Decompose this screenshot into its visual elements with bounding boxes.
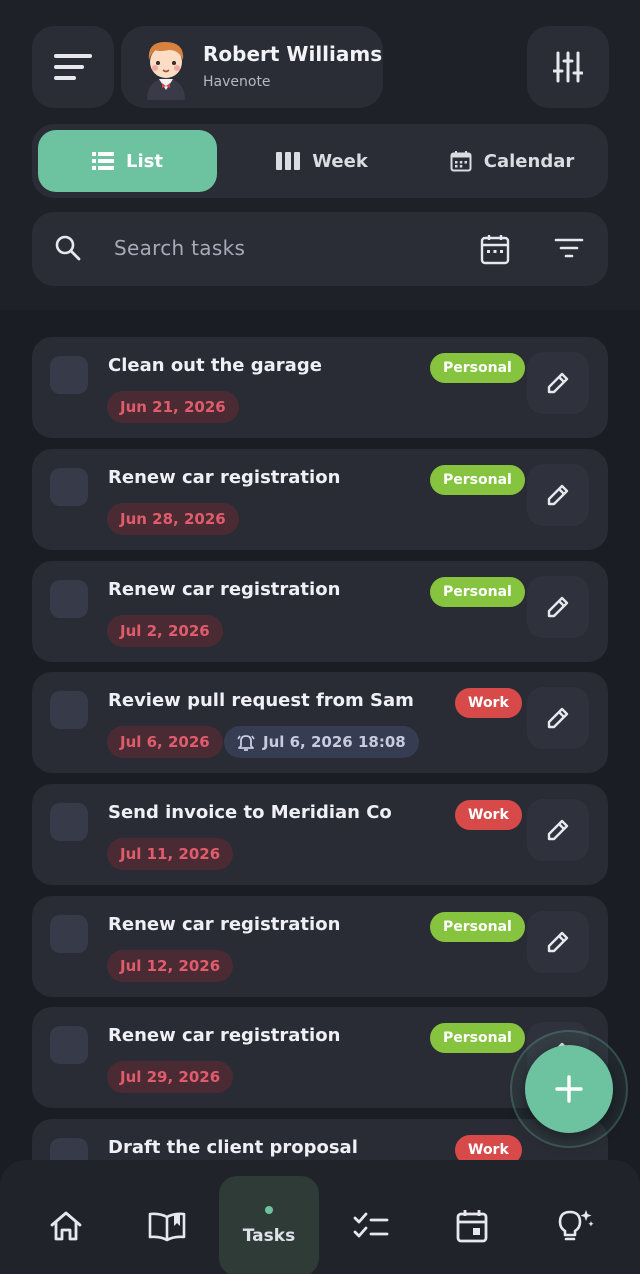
reminder-badge: Jul 6, 2026 18:08: [224, 726, 419, 758]
settings-button[interactable]: [527, 26, 609, 108]
task-title: Renew car registration: [108, 467, 341, 488]
tab-week-label: Week: [312, 150, 368, 172]
profile-chip[interactable]: Robert Williams Havenote: [121, 26, 383, 108]
menu-button[interactable]: [32, 26, 114, 108]
lightbulb-icon: [554, 1208, 594, 1244]
tag-badge: Personal: [430, 1023, 525, 1053]
user-name: Robert Williams: [203, 42, 383, 66]
checklist-icon: [353, 1212, 389, 1240]
bell-icon: [237, 733, 255, 751]
task-title: Clean out the garage: [108, 355, 322, 376]
add-task-button[interactable]: [525, 1045, 613, 1133]
tab-calendar-label: Calendar: [483, 150, 575, 172]
pencil-icon: [545, 929, 571, 955]
due-date-badge: Jun 28, 2026: [107, 503, 239, 535]
task-title: Draft the client proposal: [108, 1137, 358, 1158]
tag-badge: Work: [455, 688, 522, 718]
calendar-icon: [450, 150, 472, 172]
task-card[interactable]: Renew car registration Personal Jun 28, …: [32, 449, 608, 550]
book-icon: [148, 1210, 186, 1242]
pencil-icon: [545, 482, 571, 508]
task-card[interactable]: Clean out the garage Personal Jun 21, 20…: [32, 337, 608, 438]
home-icon: [49, 1210, 83, 1242]
nav-tasks-label: Tasks: [242, 1226, 296, 1246]
task-title: Renew car registration: [108, 579, 341, 600]
task-checkbox[interactable]: [50, 691, 88, 729]
tab-list-label: List: [126, 150, 163, 172]
date-filter-icon[interactable]: [480, 233, 510, 265]
edit-button[interactable]: [527, 352, 589, 414]
sliders-icon: [553, 51, 583, 83]
due-date-badge: Jul 6, 2026: [107, 726, 223, 758]
nav-tasks[interactable]: Tasks: [219, 1176, 319, 1274]
task-title: Review pull request from Sam: [108, 690, 414, 711]
search-icon: [54, 234, 82, 262]
tag-badge: Personal: [430, 465, 525, 495]
task-checkbox[interactable]: [50, 580, 88, 618]
task-title: Renew car registration: [108, 1025, 341, 1046]
due-date-badge: Jul 11, 2026: [107, 838, 234, 870]
task-card[interactable]: Renew car registration Personal Jul 2, 2…: [32, 561, 608, 662]
list-icon: [92, 152, 115, 170]
pencil-icon: [545, 370, 571, 396]
tag-badge: Work: [455, 800, 522, 830]
task-card[interactable]: Send invoice to Meridian Co Work Jul 11,…: [32, 784, 608, 885]
tag-badge: Personal: [430, 577, 525, 607]
tab-week[interactable]: Week: [232, 130, 412, 192]
task-checkbox[interactable]: [50, 803, 88, 841]
edit-button[interactable]: [527, 911, 589, 973]
due-date-badge: Jul 29, 2026: [107, 1061, 234, 1093]
tag-badge: Personal: [430, 353, 525, 383]
active-dot-indicator: [265, 1206, 273, 1214]
columns-icon: [276, 152, 301, 170]
nav-journal[interactable]: [117, 1176, 217, 1274]
task-title: Send invoice to Meridian Co: [108, 802, 392, 823]
tab-calendar[interactable]: Calendar: [422, 130, 602, 192]
due-date-badge: Jul 2, 2026: [107, 615, 223, 647]
filter-icon[interactable]: [554, 234, 584, 262]
pencil-icon: [545, 594, 571, 620]
plus-icon: [554, 1074, 584, 1104]
pencil-icon: [545, 705, 571, 731]
view-switcher: List Week Calendar: [32, 124, 608, 198]
task-checkbox[interactable]: [50, 468, 88, 506]
app-name: Havenote: [203, 74, 271, 90]
due-date-badge: Jun 21, 2026: [107, 391, 239, 423]
reminder-text: Jul 6, 2026 18:08: [263, 733, 406, 751]
edit-button[interactable]: [527, 687, 589, 749]
tag-badge: Personal: [430, 912, 525, 942]
task-card[interactable]: Review pull request from Sam Work Jul 6,…: [32, 672, 608, 773]
nav-home[interactable]: [16, 1176, 116, 1274]
task-checkbox[interactable]: [50, 1026, 88, 1064]
avatar: [133, 34, 199, 100]
nav-checklist[interactable]: [321, 1176, 421, 1274]
task-card[interactable]: Renew car registration Personal Jul 12, …: [32, 896, 608, 997]
calendar-icon: [456, 1209, 488, 1243]
nav-calendar[interactable]: [422, 1176, 522, 1274]
task-checkbox[interactable]: [50, 356, 88, 394]
search-bar[interactable]: Search tasks: [32, 212, 608, 286]
due-date-badge: Jul 12, 2026: [107, 950, 234, 982]
nav-ideas[interactable]: [524, 1176, 624, 1274]
edit-button[interactable]: [527, 576, 589, 638]
task-title: Renew car registration: [108, 914, 341, 935]
edit-button[interactable]: [527, 799, 589, 861]
edit-button[interactable]: [527, 464, 589, 526]
search-input[interactable]: Search tasks: [114, 236, 245, 260]
menu-icon: [54, 53, 92, 81]
pencil-icon: [545, 817, 571, 843]
tab-list[interactable]: List: [38, 130, 217, 192]
task-checkbox[interactable]: [50, 915, 88, 953]
bottom-navigation: Tasks: [0, 1160, 640, 1274]
